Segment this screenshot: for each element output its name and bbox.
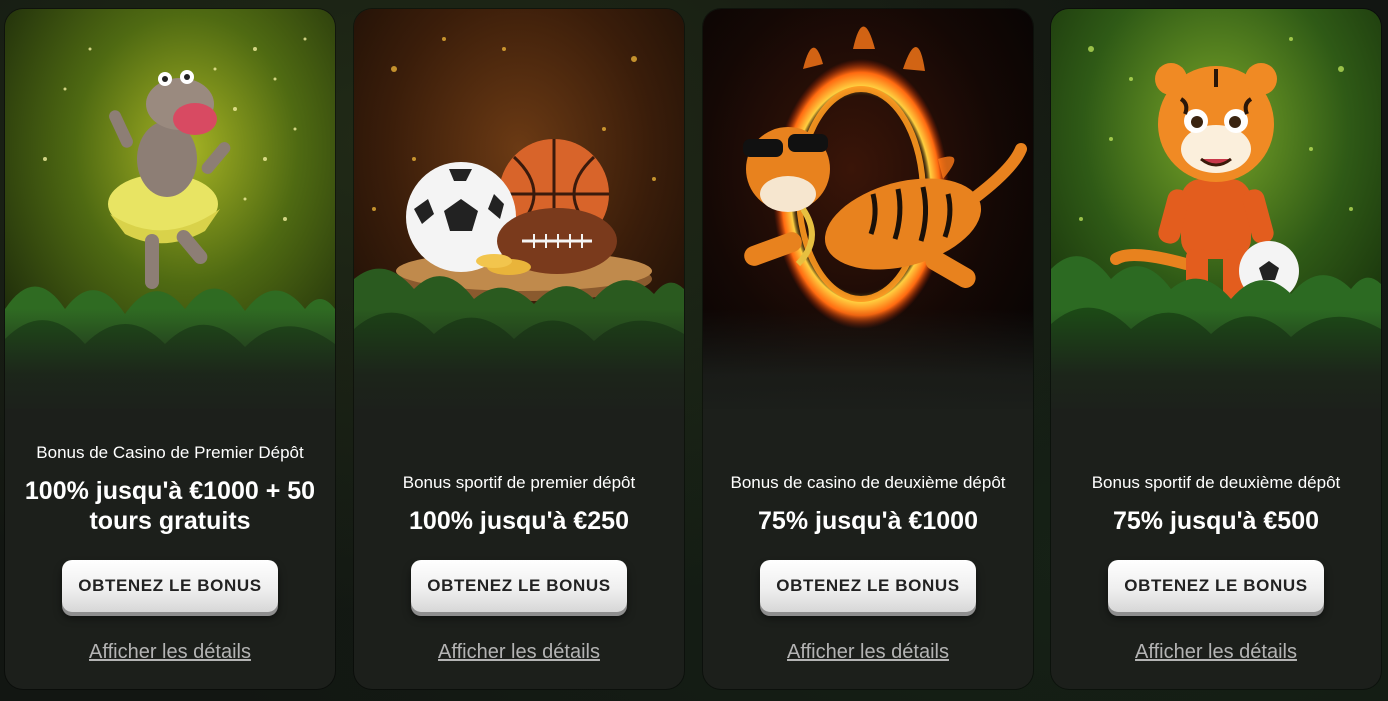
- get-bonus-button[interactable]: OBTENEZ LE BONUS: [62, 560, 278, 612]
- card-art: [5, 9, 335, 409]
- bonus-card-sports-second-deposit: Bonus sportif de deuxième dépôt 75% jusq…: [1051, 9, 1381, 689]
- card-art: [703, 9, 1033, 409]
- bonus-subtitle: Bonus de casino de deuxième dépôt: [730, 473, 1006, 492]
- card-art: [354, 9, 684, 409]
- show-details-link[interactable]: Afficher les détails: [354, 641, 684, 664]
- bonus-cards: Bonus de Casino de Premier Dépôt 100% ju…: [0, 0, 1388, 701]
- bonus-headline: 100% jusqu'à €1000 + 50 tours gratuits: [15, 476, 325, 536]
- bonus-headline-line-2: tours gratuits: [89, 507, 251, 535]
- bonus-headline: 75% jusqu'à €1000: [758, 507, 978, 535]
- bonus-subtitle: Bonus de Casino de Premier Dépôt: [36, 443, 304, 462]
- get-bonus-button[interactable]: OBTENEZ LE BONUS: [760, 560, 976, 612]
- show-details-link[interactable]: Afficher les détails: [703, 641, 1033, 664]
- card-art: [1051, 9, 1381, 409]
- bonus-headline: 100% jusqu'à €250: [409, 507, 629, 535]
- show-details-link[interactable]: Afficher les détails: [1051, 641, 1381, 664]
- bonus-card-sports-first-deposit: Bonus sportif de premier dépôt 100% jusq…: [354, 9, 684, 689]
- bonus-subtitle: Bonus sportif de premier dépôt: [402, 473, 636, 492]
- get-bonus-button[interactable]: OBTENEZ LE BONUS: [1108, 560, 1324, 612]
- show-details-link[interactable]: Afficher les détails: [5, 641, 335, 664]
- get-bonus-button[interactable]: OBTENEZ LE BONUS: [411, 560, 627, 612]
- bonus-subtitle: Bonus sportif de deuxième dépôt: [1091, 473, 1341, 492]
- bonus-card-casino-second-deposit: Bonus de casino de deuxième dépôt 75% ju…: [703, 9, 1033, 689]
- bonus-card-casino-first-deposit: Bonus de Casino de Premier Dépôt 100% ju…: [5, 9, 335, 689]
- bonus-headline-line-1: 100% jusqu'à €1000 + 50: [24, 477, 316, 505]
- bonus-headline: 75% jusqu'à €500: [1112, 507, 1320, 535]
